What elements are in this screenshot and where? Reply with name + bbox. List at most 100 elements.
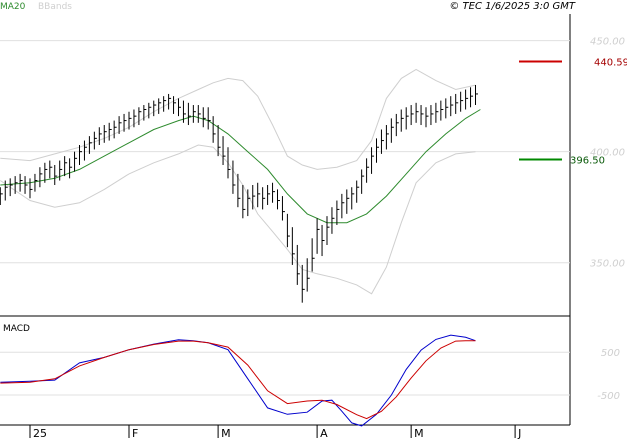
ohlc-bar [277, 189, 280, 210]
ohlc-bar [465, 89, 469, 110]
ohlc-bar [286, 213, 290, 248]
x-tick-label: F [132, 427, 138, 440]
ohlc-bar [400, 109, 404, 132]
ohlc-bar [138, 107, 142, 126]
ohlc-bar [59, 160, 63, 181]
ohlc-bar [316, 218, 320, 254]
support-price-label: 396.50 [570, 155, 605, 166]
ohlc-bar [430, 105, 434, 126]
ohlc-bar [19, 173, 23, 192]
x-tick-label: M [221, 427, 231, 440]
ohlc-bar [69, 158, 73, 179]
macd-line [0, 334, 476, 427]
ohlc-bar [361, 169, 365, 194]
source-timestamp: © TEC 1/6/2025 3:0 GMT [449, 1, 576, 12]
ohlc-bar [306, 258, 310, 292]
resistance-price-label: 440.59 [594, 58, 627, 69]
ohlc-bar [351, 187, 355, 210]
ohlc-bar [93, 131, 97, 150]
ohlc-bar [262, 187, 266, 210]
ohlc-bar [143, 105, 147, 121]
ohlc-bar [311, 238, 315, 272]
bband-upper-line [0, 68, 476, 170]
macd-tick-label: 500 [601, 348, 620, 359]
ohlc-bar [405, 107, 409, 130]
ohlc-bar [460, 91, 464, 112]
stock-chart: MA20 BBands © TEC 1/6/2025 3:0 GMT 450.0… [0, 1, 627, 440]
ohlc-bar [331, 207, 335, 234]
ohlc-bar [301, 264, 305, 303]
ohlc-bar [192, 105, 196, 123]
x-tick-label: J [517, 427, 521, 440]
ohlc-bar [197, 105, 201, 123]
price-tick-label: 350.00 [590, 259, 625, 270]
ohlc-bar [346, 189, 350, 214]
ohlc-bar [212, 116, 216, 143]
macd-title: MACD [3, 324, 30, 334]
ohlc-bar [168, 93, 172, 110]
ohlc-bar [187, 102, 191, 126]
ohlc-bar [395, 113, 399, 137]
ohlc-bar [222, 136, 226, 165]
legend-ma20: MA20 [0, 2, 26, 12]
ohlc-bar [9, 178, 13, 197]
ohlc-bar [79, 145, 82, 165]
ohlc-bar [455, 93, 459, 114]
ohlc-bar [0, 187, 3, 205]
legend-bbands: BBands [38, 2, 72, 12]
ohlc-bar [202, 107, 206, 128]
ohlc-bar [207, 107, 211, 130]
ohlc-bar [341, 193, 345, 219]
ma20-line [0, 109, 481, 224]
ohlc-bar [366, 158, 370, 183]
ohlc-bar [24, 176, 28, 194]
ohlc-bar [178, 98, 181, 117]
ohlc-bar [326, 216, 330, 245]
ohlc-bar [321, 224, 325, 257]
price-tick-label: 450.00 [590, 37, 625, 48]
ohlc-bar [257, 182, 261, 208]
ohlc-bar [440, 100, 444, 121]
ohlc-bar [390, 118, 394, 143]
x-tick-label: A [320, 427, 328, 440]
ohlc-bar [158, 98, 162, 114]
ohlc-bar [380, 129, 384, 154]
ohlc-bar [108, 122, 112, 141]
ohlc-bar [39, 167, 43, 188]
ohlc-bar [281, 196, 285, 221]
ohlc-bar [420, 105, 424, 126]
ohlc-bar [470, 87, 474, 108]
ohlc-bar [410, 105, 414, 126]
ohlc-bar [148, 102, 152, 119]
ohlc-bar [232, 160, 236, 194]
ohlc-bar [450, 96, 454, 117]
ohlc-bar [445, 98, 449, 119]
ohlc-bar [272, 182, 276, 203]
ohlc-bar [475, 85, 478, 106]
ohlc-bar [163, 96, 167, 112]
ohlc-bar [4, 180, 8, 201]
ohlc-bar [182, 100, 186, 123]
ohlc-bar [376, 138, 379, 163]
ohlc-bar [98, 127, 102, 146]
ohlc-bar [83, 140, 87, 161]
macd-tick-label: -500 [597, 391, 620, 402]
ohlc-bar [34, 173, 38, 192]
ohlc-bar [113, 120, 117, 139]
ohlc-bar [153, 100, 157, 117]
ohlc-bar [247, 189, 251, 217]
ohlc-bar [173, 96, 177, 114]
ohlc-bar [54, 165, 58, 185]
ohlc-bar [356, 180, 360, 203]
ohlc-bar [133, 109, 137, 128]
ohlc-bar [64, 156, 68, 177]
x-tick-label: M [414, 427, 424, 440]
x-tick-label: 25 [33, 427, 47, 440]
ohlc-bar [336, 200, 340, 225]
ohlc-bar [49, 160, 53, 179]
ohlc-bar [385, 125, 389, 150]
ohlc-bar [103, 125, 107, 143]
ohlc-bar [425, 107, 429, 128]
ohlc-bar [74, 151, 78, 172]
ohlc-bar [29, 178, 33, 199]
